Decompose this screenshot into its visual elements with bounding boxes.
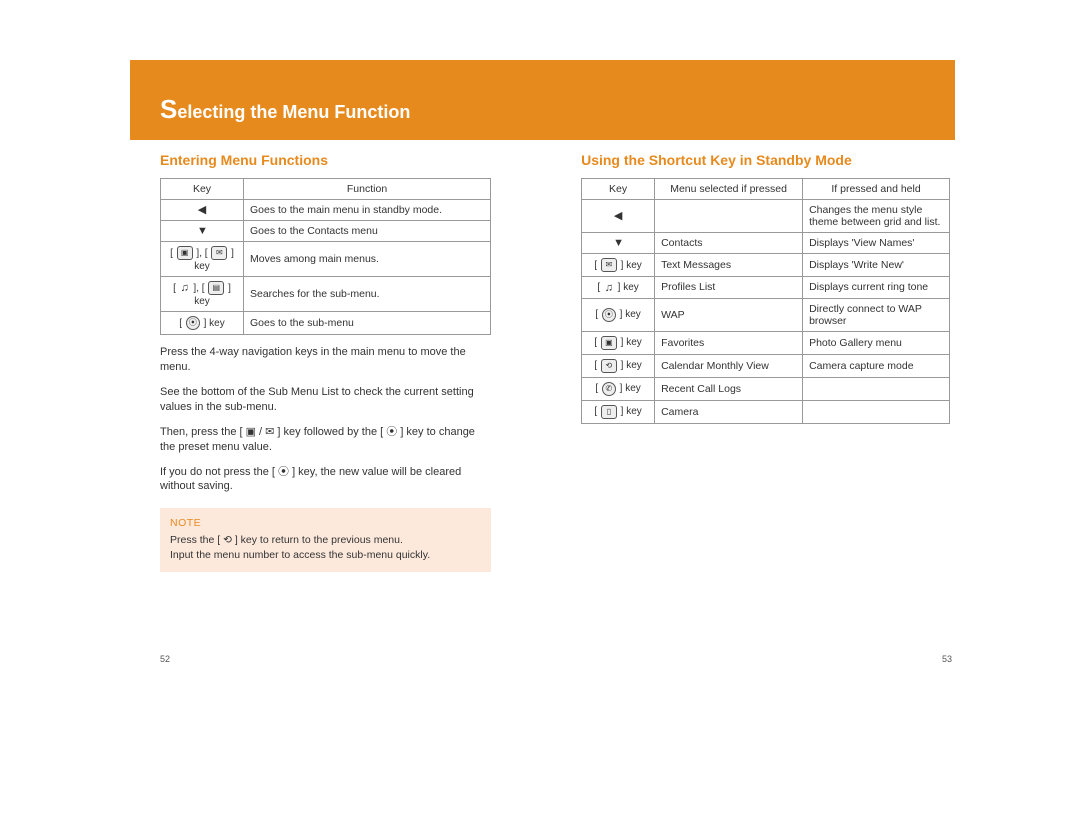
nav-down-icon: ▼ [197, 225, 207, 237]
table-row: [ ♫ ], [ ▤ ] keySearches for the sub-men… [161, 277, 491, 312]
section-banner: Selecting the Menu Function [130, 60, 955, 140]
table-row: [ ▣ ] keyFavoritesPhoto Gallery menu [582, 331, 950, 354]
key-cell: [ ⦿ ] key [582, 298, 655, 331]
note-box: NOTE Press the [ ⟲ ] key to return to th… [160, 508, 491, 572]
left-para-0: Press the 4-way navigation keys in the m… [160, 345, 491, 375]
mail-icon: ✉ [211, 246, 227, 260]
nav-left-icon: ◀ [613, 210, 623, 222]
col-held: If pressed and held [803, 179, 950, 200]
table-row: [ ▯ ] keyCamera [582, 400, 950, 423]
function-cell: Goes to the Contacts menu [244, 221, 491, 242]
key-cell: [ ✉ ] key [582, 254, 655, 277]
function-cell: Goes to the sub-menu [244, 312, 491, 335]
book-icon: ▤ [208, 281, 224, 295]
col-pressed: Menu selected if pressed [655, 179, 803, 200]
ok-icon: ⦿ [186, 316, 200, 330]
left-long-icon: ⟲ [601, 359, 617, 373]
mail-icon: ✉ [601, 258, 617, 272]
function-cell: Moves among main menus. [244, 242, 491, 277]
right-heading: Using the Shortcut Key in Standby Mode [581, 152, 950, 168]
function-cell: Searches for the sub-menu. [244, 277, 491, 312]
key-cell: [ ✆ ] key [582, 377, 655, 400]
pressed-cell: Calendar Monthly View [655, 354, 803, 377]
table-row: ▼ Goes to the Contacts menu [161, 221, 491, 242]
held-cell [803, 400, 950, 423]
key-cell: [ ♫ ] key [582, 277, 655, 298]
key-cell: [ ♫ ], [ ▤ ] key [161, 277, 244, 312]
pressed-cell: WAP [655, 298, 803, 331]
pressed-cell [655, 200, 803, 233]
table-row: [ ▣ ], [ ✉ ] keyMoves among main menus. [161, 242, 491, 277]
pressed-cell: Camera [655, 400, 803, 423]
table-row: ◀ Goes to the main menu in standby mode. [161, 200, 491, 221]
held-cell: Displays 'Write New' [803, 254, 950, 277]
key-cell: ◀ [161, 200, 244, 221]
content-columns: Entering Menu Functions Key Function ◀ Go… [160, 152, 950, 572]
key-cell: [ ▯ ] key [582, 400, 655, 423]
table-row: [ ♫ ] keyProfiles ListDisplays current r… [582, 277, 950, 298]
left-para-2: Then, press the [ ▣ / ✉ ] key followed b… [160, 425, 491, 455]
key-cell: [ ⦿ ] key [161, 312, 244, 335]
held-cell: Displays 'View Names' [803, 233, 950, 254]
table-row: [ ⦿ ] keyGoes to the sub-menu [161, 312, 491, 335]
left-column: Entering Menu Functions Key Function ◀ Go… [160, 152, 491, 572]
page-spread: Selecting the Menu Function Entering Men… [0, 0, 1080, 834]
held-cell: Changes the menu style theme between gri… [803, 200, 950, 233]
held-cell: Displays current ring tone [803, 277, 950, 298]
col-function: Function [244, 179, 491, 200]
function-cell: Goes to the main menu in standby mode. [244, 200, 491, 221]
phone-icon: ✆ [602, 382, 616, 396]
title-rest: electing the Menu Function [177, 102, 410, 122]
held-cell: Photo Gallery menu [803, 331, 950, 354]
col-key: Key [582, 179, 655, 200]
table-row: ◀ Changes the menu style theme between gr… [582, 200, 950, 233]
key-cell: ▼ [582, 233, 655, 254]
key-cell: [ ⟲ ] key [582, 354, 655, 377]
table-row: ▼ ContactsDisplays 'View Names' [582, 233, 950, 254]
entering-menu-table: Key Function ◀ Goes to the main menu in s… [160, 178, 491, 335]
page-number-left: 52 [160, 654, 170, 664]
page-number-right: 53 [942, 654, 952, 664]
table-row: [ ⟲ ] keyCalendar Monthly ViewCamera cap… [582, 354, 950, 377]
table-row: [ ✉ ] keyText MessagesDisplays 'Write Ne… [582, 254, 950, 277]
right-column: Using the Shortcut Key in Standby Mode K… [581, 152, 950, 572]
pressed-cell: Profiles List [655, 277, 803, 298]
pressed-cell: Contacts [655, 233, 803, 254]
left-para-1: See the bottom of the Sub Menu List to c… [160, 385, 491, 415]
page-title: Selecting the Menu Function [160, 94, 410, 125]
key-cell: ▼ [161, 221, 244, 242]
pressed-cell: Text Messages [655, 254, 803, 277]
pressed-cell: Recent Call Logs [655, 377, 803, 400]
key-cell: [ ▣ ] key [582, 331, 655, 354]
held-cell: Camera capture mode [803, 354, 950, 377]
shortcut-table: Key Menu selected if pressed If pressed … [581, 178, 950, 424]
music-icon: ♫ [604, 282, 614, 294]
col-key: Key [161, 179, 244, 200]
nav-down-icon: ▼ [613, 237, 623, 249]
table-row: [ ⦿ ] keyWAPDirectly connect to WAP brow… [582, 298, 950, 331]
key-cell: ◀ [582, 200, 655, 233]
side-icon: ▯ [601, 405, 617, 419]
held-cell: Directly connect to WAP browser [803, 298, 950, 331]
note-line-0: Press the [ ⟲ ] key to return to the pre… [170, 533, 481, 548]
nav-left-icon: ◀ [197, 204, 207, 216]
left-para-3: If you do not press the [ ⦿ ] key, the n… [160, 465, 491, 495]
ok-icon: ⦿ [602, 308, 616, 322]
left-heading: Entering Menu Functions [160, 152, 491, 168]
table-row: [ ✆ ] keyRecent Call Logs [582, 377, 950, 400]
key-cell: [ ▣ ], [ ✉ ] key [161, 242, 244, 277]
note-label: NOTE [170, 516, 481, 531]
held-cell [803, 377, 950, 400]
cam-icon: ▣ [177, 246, 193, 260]
note-line-1: Input the menu number to access the sub-… [170, 548, 481, 563]
title-initial: S [160, 94, 177, 124]
music-icon: ♫ [180, 282, 190, 294]
cam-icon: ▣ [601, 336, 617, 350]
pressed-cell: Favorites [655, 331, 803, 354]
